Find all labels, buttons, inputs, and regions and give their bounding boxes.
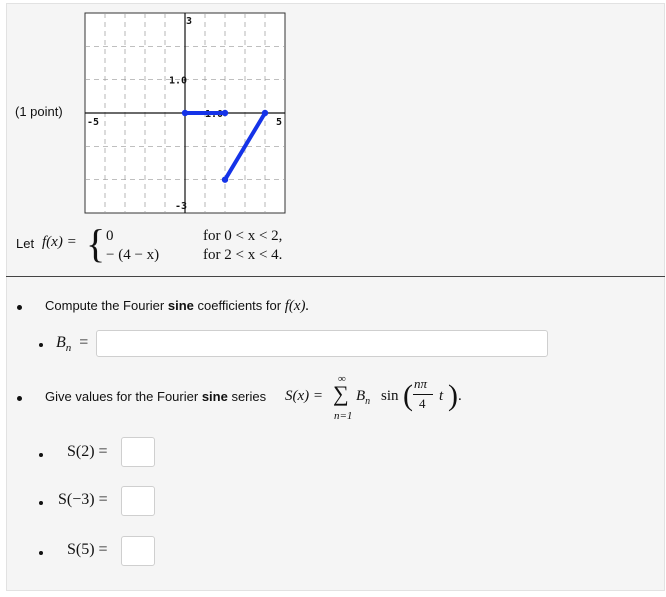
sin-label: sin	[381, 388, 399, 404]
segment-endpoint	[261, 109, 269, 117]
sum-symbol: ∑	[333, 381, 349, 406]
b-subscript: n	[365, 396, 371, 407]
frac-denominator: 4	[419, 396, 426, 411]
segment-endpoint	[181, 109, 189, 117]
right-paren: )	[448, 379, 458, 412]
q2-bold-word: sine	[201, 389, 228, 404]
segment-endpoint	[221, 176, 229, 183]
q2-text-before: Give values for the Fourier	[45, 389, 199, 404]
piece2-condition: for 2 < x < 4.	[203, 247, 283, 263]
frac-bar	[413, 394, 433, 395]
bn-label: Bn =	[56, 334, 88, 354]
piecewise-function-graph: 31.0-1.0-55-3	[84, 12, 286, 214]
bullet	[17, 305, 22, 310]
tick-label: 1.0	[169, 76, 187, 87]
bn-subscript: n	[65, 342, 72, 355]
left-brace: {	[86, 221, 106, 266]
t-variable: t	[439, 388, 444, 404]
s2-label: S(2) =	[67, 443, 108, 460]
s-neg3-answer-input[interactable]	[121, 486, 155, 516]
piece2-expr: − (4 − x)	[106, 247, 160, 263]
q1-bold-word: sine	[167, 298, 194, 313]
bn-term: Bn	[356, 388, 370, 407]
bullet	[39, 453, 43, 457]
points-label: (1 point)	[15, 104, 63, 119]
s5-answer-input[interactable]	[121, 536, 155, 566]
bullet	[17, 396, 22, 401]
bn-equals: =	[79, 334, 89, 351]
sum-lower: n=1	[334, 410, 353, 422]
period: .	[458, 388, 462, 404]
tick-label: -3	[175, 201, 187, 212]
q1-prompt: Compute the Fourier sine coefficients fo…	[45, 298, 309, 315]
bullet	[39, 343, 43, 347]
tick-label: 5	[276, 117, 282, 128]
tick-label: -5	[87, 117, 99, 128]
piece1-condition: for 0 < x < 2,	[203, 228, 283, 244]
s2-answer-input[interactable]	[121, 437, 155, 467]
segment-endpoint	[221, 109, 229, 117]
divider	[6, 276, 665, 277]
piece1-expr: 0	[106, 228, 114, 244]
fx-label: f(x) =	[42, 234, 77, 251]
q1-fx: f(x).	[284, 298, 310, 314]
q1-text-before: Compute the Fourier	[45, 298, 165, 313]
frac-numerator: nπ	[414, 376, 428, 391]
sx-label: S(x) =	[285, 388, 324, 404]
q2-text-after: series	[231, 389, 267, 404]
s5-label: S(5) =	[67, 541, 108, 558]
s-neg3-label: S(−3) =	[58, 491, 108, 508]
fx-text: f(x) =	[42, 234, 77, 250]
bn-letter: B	[56, 334, 66, 351]
b-letter: B	[356, 388, 366, 404]
tick-label: 3	[186, 16, 192, 27]
bn-answer-input[interactable]	[96, 330, 548, 357]
q1-text-after: coefficients for	[197, 298, 282, 313]
q2-prompt: Give values for the Fourier sine series	[45, 389, 266, 404]
bullet	[39, 551, 43, 555]
let-label: Let	[16, 236, 35, 251]
bullet	[39, 501, 43, 505]
left-paren: (	[403, 379, 413, 412]
